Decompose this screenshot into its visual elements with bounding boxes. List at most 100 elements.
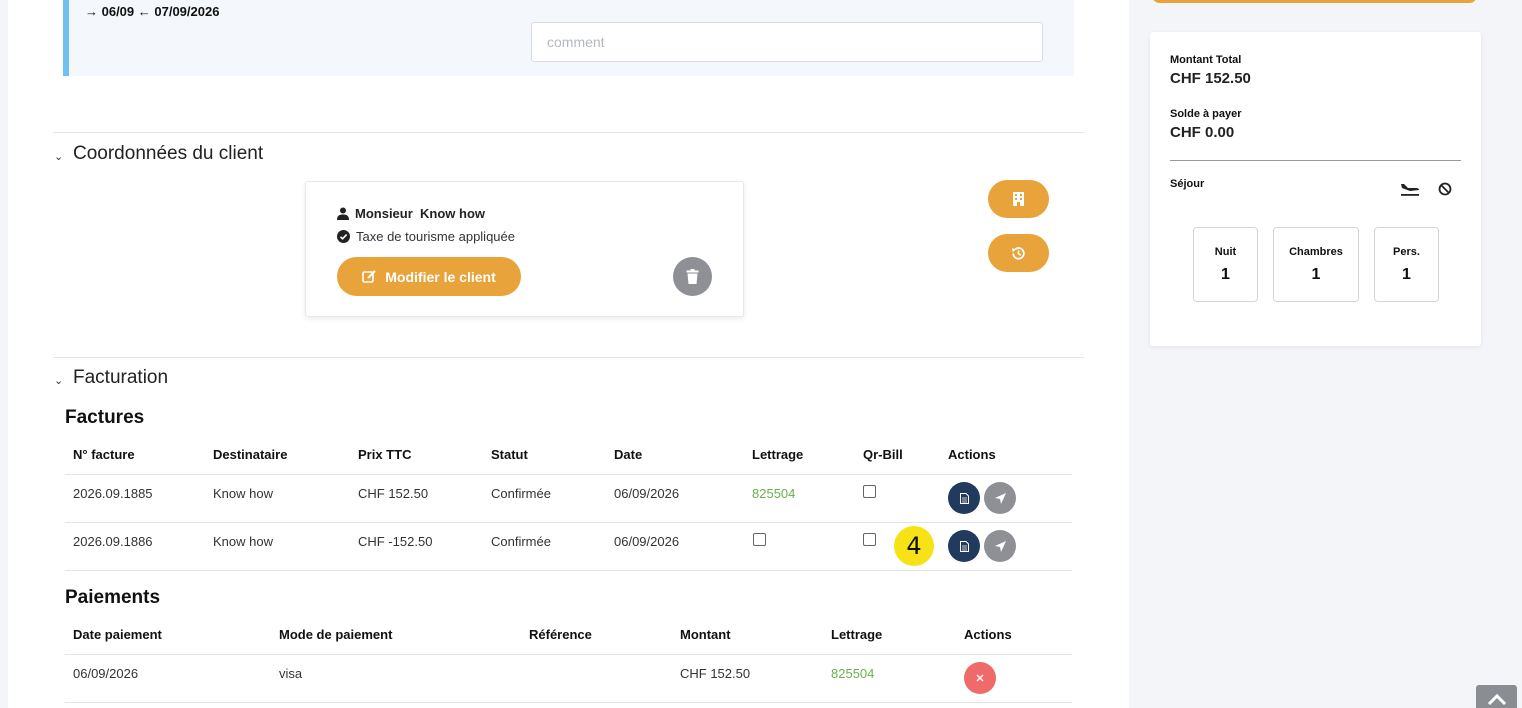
ban-icon[interactable] [1438, 182, 1452, 196]
rooms-label: Chambres [1289, 246, 1343, 258]
chevron-up-icon [1487, 693, 1506, 705]
building-icon [1013, 192, 1024, 206]
invoice-header-price: Prix TTC [358, 447, 412, 462]
chevron-down-icon: ⌄ [54, 374, 64, 387]
total-value: CHF 152.50 [1170, 70, 1251, 87]
invoice-header-date: Date [614, 447, 643, 462]
total-label: Montant Total [1170, 54, 1242, 66]
step-badge: 4 [894, 526, 934, 566]
modify-client-button[interactable]: Modifier le client [337, 257, 521, 296]
client-name: Monsieur Know how [355, 206, 485, 221]
invoice-header-qrbill: Qr-Bill [863, 447, 903, 462]
invoice-header-lettrage: Lettrage [752, 447, 804, 462]
invoice-status: Confirmée [491, 486, 551, 501]
persons-label: Pers. [1393, 246, 1420, 258]
stay-label: Séjour [1170, 178, 1205, 190]
invoice-header-number: N° facture [73, 447, 135, 462]
persons-box: Pers. 1 [1374, 227, 1439, 302]
payment-header-amount: Montant [680, 627, 731, 642]
document-icon [959, 492, 969, 504]
client-section-header[interactable]: ⌄ Coordonnées du client [54, 143, 263, 165]
stay-block: → 06/09 ← 07/09/2026 [63, 0, 1074, 76]
invoice-status: Confirmée [491, 534, 551, 549]
payment-header-reference: Référence [529, 627, 592, 642]
tax-note: Taxe de tourisme appliquée [356, 229, 515, 244]
invoice-header-actions: Actions [948, 447, 996, 462]
invoices-title: Factures [65, 407, 145, 428]
payment-header-lettrage: Lettrage [831, 627, 883, 642]
nights-box: Nuit 1 [1193, 227, 1258, 302]
view-invoice-button[interactable] [948, 530, 980, 562]
close-icon [976, 674, 984, 682]
summary-panel: Montant Total CHF 152.50 Solde à payer C… [1150, 32, 1481, 346]
client-history-button[interactable] [988, 234, 1049, 272]
persons-value: 1 [1402, 266, 1411, 283]
comment-input[interactable] [531, 22, 1043, 62]
payment-amount: CHF 152.50 [680, 666, 751, 681]
client-section-title: Coordonnées du client [73, 143, 264, 164]
edit-icon [362, 270, 376, 283]
summary-divider [1170, 160, 1461, 161]
payment-header-mode: Mode de paiement [279, 627, 393, 642]
section-divider [53, 357, 1084, 358]
stay-icons [1400, 182, 1452, 196]
invoice-price: CHF -152.50 [358, 534, 433, 549]
delete-client-button[interactable] [673, 257, 712, 296]
invoice-number[interactable]: 2026.09.1885 [73, 486, 153, 501]
user-icon [337, 207, 349, 220]
invoice-date: 06/09/2026 [614, 486, 680, 501]
view-invoice-button[interactable] [948, 482, 980, 514]
invoice-recipient: Know how [213, 534, 273, 549]
qr-bill-checkbox[interactable] [863, 485, 876, 498]
invoice-header-status: Statut [491, 447, 528, 462]
billing-section-title: Facturation [73, 367, 169, 388]
invoice-recipient: Know how [213, 486, 273, 501]
document-icon [959, 540, 969, 552]
invoice-price: CHF 152.50 [358, 486, 429, 501]
plane-landing-icon[interactable] [1400, 182, 1420, 196]
modify-client-label: Modifier le client [385, 268, 496, 285]
billing-section-header[interactable]: ⌄ Facturation [54, 367, 168, 389]
row-separator [65, 522, 1072, 523]
delete-payment-button[interactable] [964, 662, 996, 694]
rooms-value: 1 [1311, 266, 1321, 283]
trash-icon [686, 269, 699, 284]
lettrage-checkbox[interactable] [753, 533, 766, 546]
payment-header-date: Date paiement [73, 627, 162, 642]
send-icon [994, 492, 1006, 504]
invoice-lettrage[interactable]: 825504 [752, 486, 795, 501]
nights-label: Nuit [1214, 246, 1237, 258]
send-invoice-button[interactable] [984, 482, 1016, 514]
client-name-row: Monsieur Know how [337, 206, 485, 221]
rooms-box: Chambres 1 [1273, 227, 1359, 302]
row-separator [65, 570, 1072, 571]
row-separator [65, 654, 1072, 655]
top-action-button[interactable] [1152, 0, 1477, 3]
payment-lettrage[interactable]: 825504 [831, 666, 874, 681]
company-button[interactable] [988, 180, 1049, 218]
send-invoice-button[interactable] [984, 530, 1016, 562]
balance-value: CHF 0.00 [1170, 124, 1235, 141]
row-separator [65, 702, 1072, 703]
client-tax-row: Taxe de tourisme appliquée [337, 229, 515, 244]
invoice-number[interactable]: 2026.09.1886 [73, 534, 153, 549]
stay-dates: → 06/09 ← 07/09/2026 [85, 4, 220, 19]
payment-mode: visa [279, 666, 303, 681]
check-circle-icon [337, 230, 350, 243]
payments-title: Paiements [65, 587, 161, 608]
send-icon [994, 540, 1006, 552]
scroll-to-top-button[interactable] [1476, 685, 1517, 708]
left-gutter [0, 0, 8, 708]
chevron-down-icon: ⌄ [54, 150, 64, 163]
client-card: Monsieur Know how Taxe de tourisme appli… [305, 181, 744, 317]
payment-date: 06/09/2026 [73, 666, 139, 681]
invoice-date: 06/09/2026 [614, 534, 680, 549]
row-separator [65, 474, 1072, 475]
history-icon [1012, 246, 1025, 260]
payment-header-actions: Actions [964, 627, 1012, 642]
section-divider [53, 132, 1084, 133]
invoice-header-recipient: Destinataire [213, 447, 288, 462]
balance-label: Solde à payer [1170, 108, 1242, 120]
nights-value: 1 [1221, 266, 1230, 283]
qr-bill-checkbox[interactable] [863, 533, 876, 546]
